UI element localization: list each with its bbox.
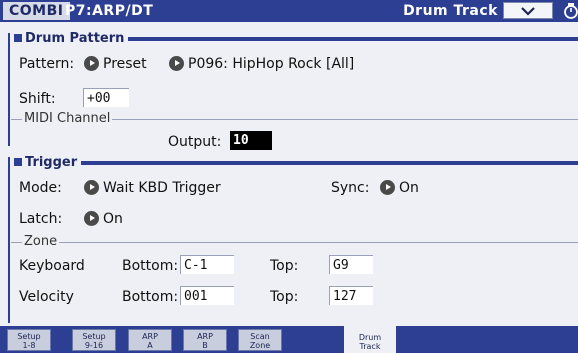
tab-label: ARP [197, 332, 213, 341]
zone-group-title: Zone [22, 234, 60, 249]
shift-label: Shift: [19, 91, 56, 107]
zone-group [11, 242, 578, 243]
pattern-bank-value: Preset [103, 56, 147, 72]
tab-arp-b[interactable]: ARP B [183, 329, 227, 351]
keyboard-bottom-label: Bottom: [122, 258, 179, 274]
title-bar: COMBI P7:ARP/DT Drum Track [0, 0, 578, 22]
tab-setup-1-8[interactable]: Setup 1-8 [7, 329, 51, 351]
latch-value: On [103, 211, 123, 227]
tab-label: B [202, 341, 208, 350]
page-name: P7:ARP/DT [65, 3, 154, 19]
trigger-divider [8, 161, 578, 165]
trigger-mode-value: Wait KBD Trigger [103, 180, 221, 196]
velocity-bottom-field[interactable]: 001 [180, 286, 234, 305]
tab-label: A [147, 341, 153, 350]
sync-popup[interactable]: On [380, 179, 419, 197]
keyboard-top-field[interactable]: G9 [329, 255, 373, 274]
page-title: Drum Track [403, 3, 498, 19]
trigger-section-title: Trigger [10, 156, 82, 170]
pattern-number-value: P096: HipHop Rock [All] [188, 56, 355, 72]
popup-arrow-icon [84, 56, 99, 71]
tab-label: Setup [82, 332, 106, 341]
tab-label: ARP [142, 332, 158, 341]
tab-label: Scan [250, 332, 270, 341]
shift-field[interactable]: +00 [83, 88, 129, 107]
tab-label: Track [359, 342, 381, 351]
mode-label: Mode: [19, 180, 62, 196]
sync-value: On [399, 180, 419, 196]
output-channel-field[interactable]: 10 [230, 131, 272, 150]
latch-label: Latch: [19, 211, 63, 227]
tab-drum-track[interactable]: Drum Track [344, 325, 396, 353]
drum-pattern-section-title: Drum Pattern [10, 32, 129, 46]
velocity-label: Velocity [19, 289, 74, 305]
velocity-bottom-label: Bottom: [122, 289, 179, 305]
tab-label: Zone [249, 341, 271, 350]
popup-arrow-icon [84, 180, 99, 195]
pattern-number-popup[interactable]: P096: HipHop Rock [All] [169, 55, 354, 73]
keyboard-label: Keyboard [19, 258, 85, 274]
keyboard-top-label: Top: [270, 258, 299, 274]
tab-label: Drum [358, 333, 382, 342]
popup-arrow-icon [380, 180, 395, 195]
popup-arrow-icon [169, 56, 184, 71]
velocity-top-field[interactable]: 127 [329, 286, 373, 305]
velocity-top-label: Top: [270, 289, 299, 305]
chevron-down-icon [521, 6, 535, 16]
pattern-label: Pattern: [19, 56, 75, 72]
latch-popup[interactable]: On [84, 210, 123, 228]
keyboard-bottom-field[interactable]: C-1 [180, 255, 234, 274]
tab-arp-a[interactable]: ARP A [128, 329, 172, 351]
mode-indicator: COMBI [3, 2, 70, 20]
page-menu-button[interactable] [503, 2, 553, 19]
trigger-mode-popup[interactable]: Wait KBD Trigger [84, 179, 221, 197]
pattern-bank-popup[interactable]: Preset [84, 55, 147, 73]
tab-label: 9-16 [84, 341, 104, 350]
popup-arrow-icon [84, 211, 99, 226]
output-label: Output: [168, 134, 222, 150]
tab-setup-9-16[interactable]: Setup 9-16 [72, 329, 116, 351]
page-tab-bar: Setup 1-8 Setup 9-16 ARP A ARP B Scan Zo… [0, 325, 578, 353]
lock-icon[interactable] [561, 2, 578, 20]
sync-label: Sync: [331, 180, 370, 196]
tab-label: 1-8 [22, 341, 36, 350]
midi-channel-group-title: MIDI Channel [22, 111, 113, 126]
tab-scan-zone[interactable]: Scan Zone [238, 329, 282, 351]
tab-label: Setup [17, 332, 41, 341]
